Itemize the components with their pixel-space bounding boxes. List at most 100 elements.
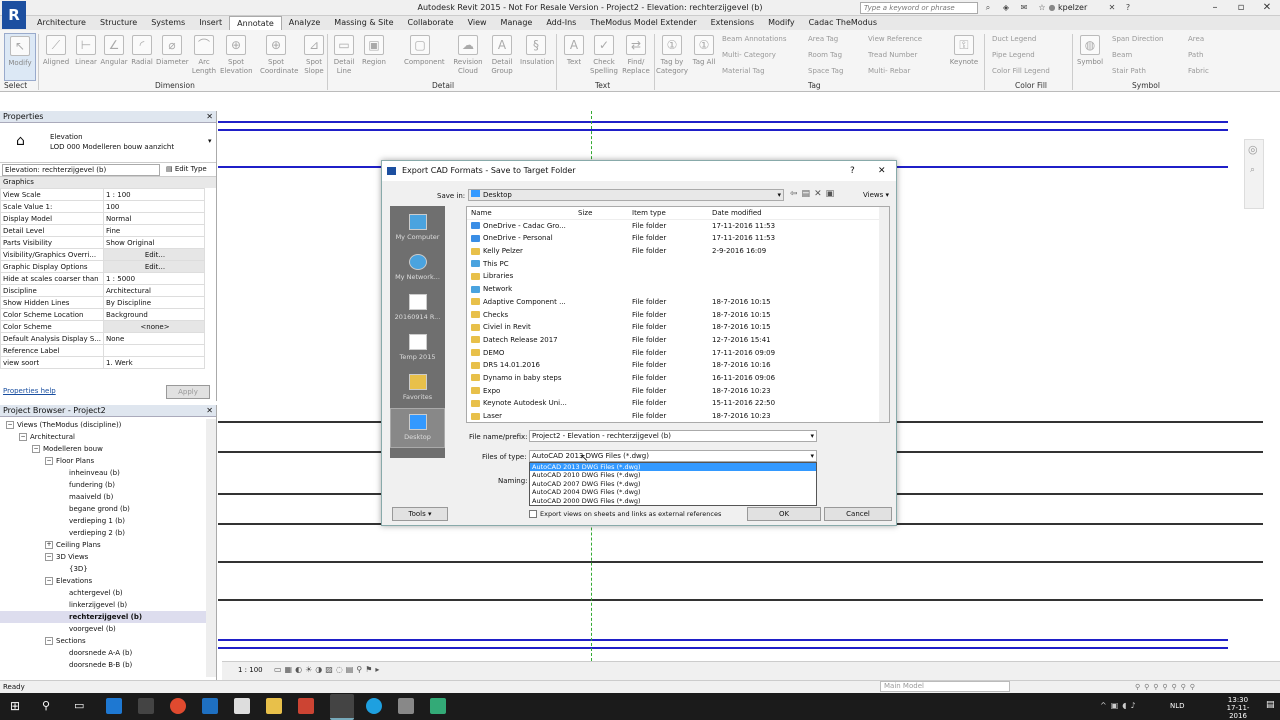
filetype-dropdown[interactable]: AutoCAD 2013 DWG Files (*.dwg) ▾ xyxy=(529,450,817,462)
communication-icon[interactable]: ✉ xyxy=(1018,2,1030,14)
filename-input[interactable]: Project2 - Elevation - rechterzijgevel (… xyxy=(529,430,817,442)
delete-icon[interactable]: ✕ xyxy=(814,189,826,199)
spot-coordinate-button[interactable]: ⊕ Spot Coordinate xyxy=(260,33,298,81)
revision-cloud-button[interactable]: ☁ Revision Cloud xyxy=(452,33,484,81)
property-value[interactable]: None xyxy=(103,332,205,345)
file-row[interactable]: Network xyxy=(467,283,889,296)
help-icon[interactable]: ? xyxy=(850,161,855,181)
steering-wheel-icon[interactable]: ◎ xyxy=(1248,143,1258,156)
group-dimension[interactable]: Dimension xyxy=(155,81,195,90)
browser-item[interactable]: − Modelleren bouw xyxy=(0,443,216,455)
clock[interactable]: 13:30 17-11-2016 xyxy=(1218,696,1258,720)
tab-view[interactable]: View xyxy=(461,16,494,30)
edit-type-button[interactable]: ▤ Edit Type xyxy=(166,165,207,173)
filetype-option[interactable]: AutoCAD 2010 DWG Files (*.dwg) xyxy=(530,471,816,479)
collapse-icon[interactable]: − xyxy=(6,421,14,429)
task-view-icon[interactable]: ▭ xyxy=(74,699,84,712)
room-tag-button[interactable]: Room Tag xyxy=(808,51,842,59)
browser-item[interactable]: {3D} xyxy=(0,563,216,575)
property-value[interactable]: 100 xyxy=(103,200,205,213)
file-row[interactable]: Datech Release 2017 File folder 12-7-2016 … xyxy=(467,334,889,347)
material-tag-button[interactable]: Material Tag xyxy=(722,67,765,75)
revit-logo-icon[interactable]: R xyxy=(2,1,26,29)
cancel-button[interactable]: Cancel xyxy=(824,507,892,521)
group-detail[interactable]: Detail xyxy=(432,81,454,90)
exchange-icon[interactable]: ✕ xyxy=(1106,2,1118,14)
edge-icon[interactable] xyxy=(106,698,122,714)
active-workset[interactable]: Main Model xyxy=(880,681,1010,692)
property-value[interactable]: 1 : 100 xyxy=(103,188,205,201)
file-row[interactable]: This PC xyxy=(467,258,889,271)
browser-item[interactable]: verdieping 2 (b) xyxy=(0,527,216,539)
section-graphics[interactable]: Graphics xyxy=(0,177,216,188)
store-icon[interactable] xyxy=(138,698,154,714)
tab-cadac-themodus[interactable]: Cadac TheModus xyxy=(802,16,884,30)
check-spelling-button[interactable]: ✓ Check Spelling xyxy=(588,33,620,81)
tab-add-ins[interactable]: Add-Ins xyxy=(539,16,583,30)
place-favorites[interactable]: Favorites xyxy=(390,374,445,401)
help-icon[interactable]: ? xyxy=(1122,2,1134,14)
browser-item[interactable]: begane grond (b) xyxy=(0,503,216,515)
close-icon[interactable]: ✕ xyxy=(1254,0,1280,16)
view-reference-button[interactable]: View Reference xyxy=(868,35,922,43)
area-tag-button[interactable]: Area Tag xyxy=(808,35,838,43)
property-value[interactable]: Background xyxy=(103,308,205,321)
space-tag-button[interactable]: Space Tag xyxy=(808,67,843,75)
browser-item[interactable]: rechterzijgevel (b) xyxy=(0,611,216,623)
revit-taskbar-icon[interactable] xyxy=(330,694,354,720)
app-icon[interactable] xyxy=(430,698,446,714)
file-row[interactable]: Keynote Autodesk Uni... File folder 15-11-… xyxy=(467,397,889,410)
group-symbol[interactable]: Symbol xyxy=(1132,81,1160,90)
new-folder-icon[interactable]: ▣ xyxy=(826,189,839,199)
property-edit-button[interactable]: Edit... xyxy=(103,260,205,273)
save-in-dropdown[interactable]: Desktop ▾ xyxy=(468,189,784,201)
tread-number-button[interactable]: Tread Number xyxy=(868,51,917,59)
tab-collaborate[interactable]: Collaborate xyxy=(401,16,461,30)
close-icon[interactable]: ✕ xyxy=(206,111,213,123)
collapse-icon[interactable]: − xyxy=(45,457,53,465)
collapse-icon[interactable]: − xyxy=(45,553,53,561)
browser-item[interactable]: achtergevel (b) xyxy=(0,587,216,599)
spot-slope-button[interactable]: ⊿ Spot Slope xyxy=(298,33,330,81)
app-icon[interactable] xyxy=(298,698,314,714)
group-select[interactable]: Select xyxy=(4,81,27,90)
tab-analyze[interactable]: Analyze xyxy=(282,16,328,30)
skype-icon[interactable] xyxy=(366,698,382,714)
place-temp-2015[interactable]: Temp 2015 xyxy=(390,334,445,361)
browser-item[interactable]: voorgevel (b) xyxy=(0,623,216,635)
property-value[interactable]: Architectural xyxy=(103,284,205,297)
property-edit-button[interactable]: <none> xyxy=(103,320,205,333)
property-edit-button[interactable]: Edit... xyxy=(103,248,205,261)
file-explorer-icon[interactable] xyxy=(266,698,282,714)
ok-button[interactable]: OK xyxy=(747,507,821,521)
column-item-type[interactable]: Item type xyxy=(632,207,666,220)
chrome-icon[interactable] xyxy=(170,698,186,714)
property-value[interactable]: By Discipline xyxy=(103,296,205,309)
up-folder-icon[interactable]: ▤ xyxy=(802,189,815,199)
diameter-dimension-button[interactable]: ⌀ Diameter xyxy=(156,33,189,81)
tab-manage[interactable]: Manage xyxy=(494,16,540,30)
browser-item[interactable]: − Floor Plans xyxy=(0,455,216,467)
radial-dimension-button[interactable]: ◜ Radial xyxy=(126,33,158,81)
properties-help-link[interactable]: Properties help xyxy=(3,387,56,395)
browser-item[interactable]: doorsnede B-B (b) xyxy=(0,659,216,671)
symbol-button[interactable]: ◍ Symbol xyxy=(1074,33,1106,81)
area-symbol-button[interactable]: Area xyxy=(1188,35,1204,43)
insulation-button[interactable]: § Insulation xyxy=(520,33,554,81)
browser-item[interactable]: doorsnede A-A (b) xyxy=(0,647,216,659)
browser-item[interactable]: + Ceiling Plans xyxy=(0,539,216,551)
keynote-button[interactable]: ⚿ Keynote xyxy=(948,33,980,81)
browser-item[interactable]: − Elevations xyxy=(0,575,216,587)
close-icon[interactable]: ✕ xyxy=(878,161,886,181)
span-direction-button[interactable]: Span Direction xyxy=(1112,35,1163,43)
export-views-checkbox[interactable] xyxy=(529,510,537,518)
browser-item[interactable]: linkerzijgevel (b) xyxy=(0,599,216,611)
file-row[interactable]: OneDrive - Personal File folder 17-11-2016… xyxy=(467,232,889,245)
text-button[interactable]: A Text xyxy=(558,33,590,81)
maximize-icon[interactable]: ▫ xyxy=(1228,0,1254,16)
collapse-icon[interactable]: − xyxy=(32,445,40,453)
file-row[interactable]: Dynamo in baby steps File folder 16-11-201… xyxy=(467,372,889,385)
region-button[interactable]: ▣ Region xyxy=(358,33,390,81)
detail-line-button[interactable]: ▭ Detail Line xyxy=(328,33,360,81)
spot-elevation-button[interactable]: ⊕ Spot Elevation xyxy=(220,33,253,81)
